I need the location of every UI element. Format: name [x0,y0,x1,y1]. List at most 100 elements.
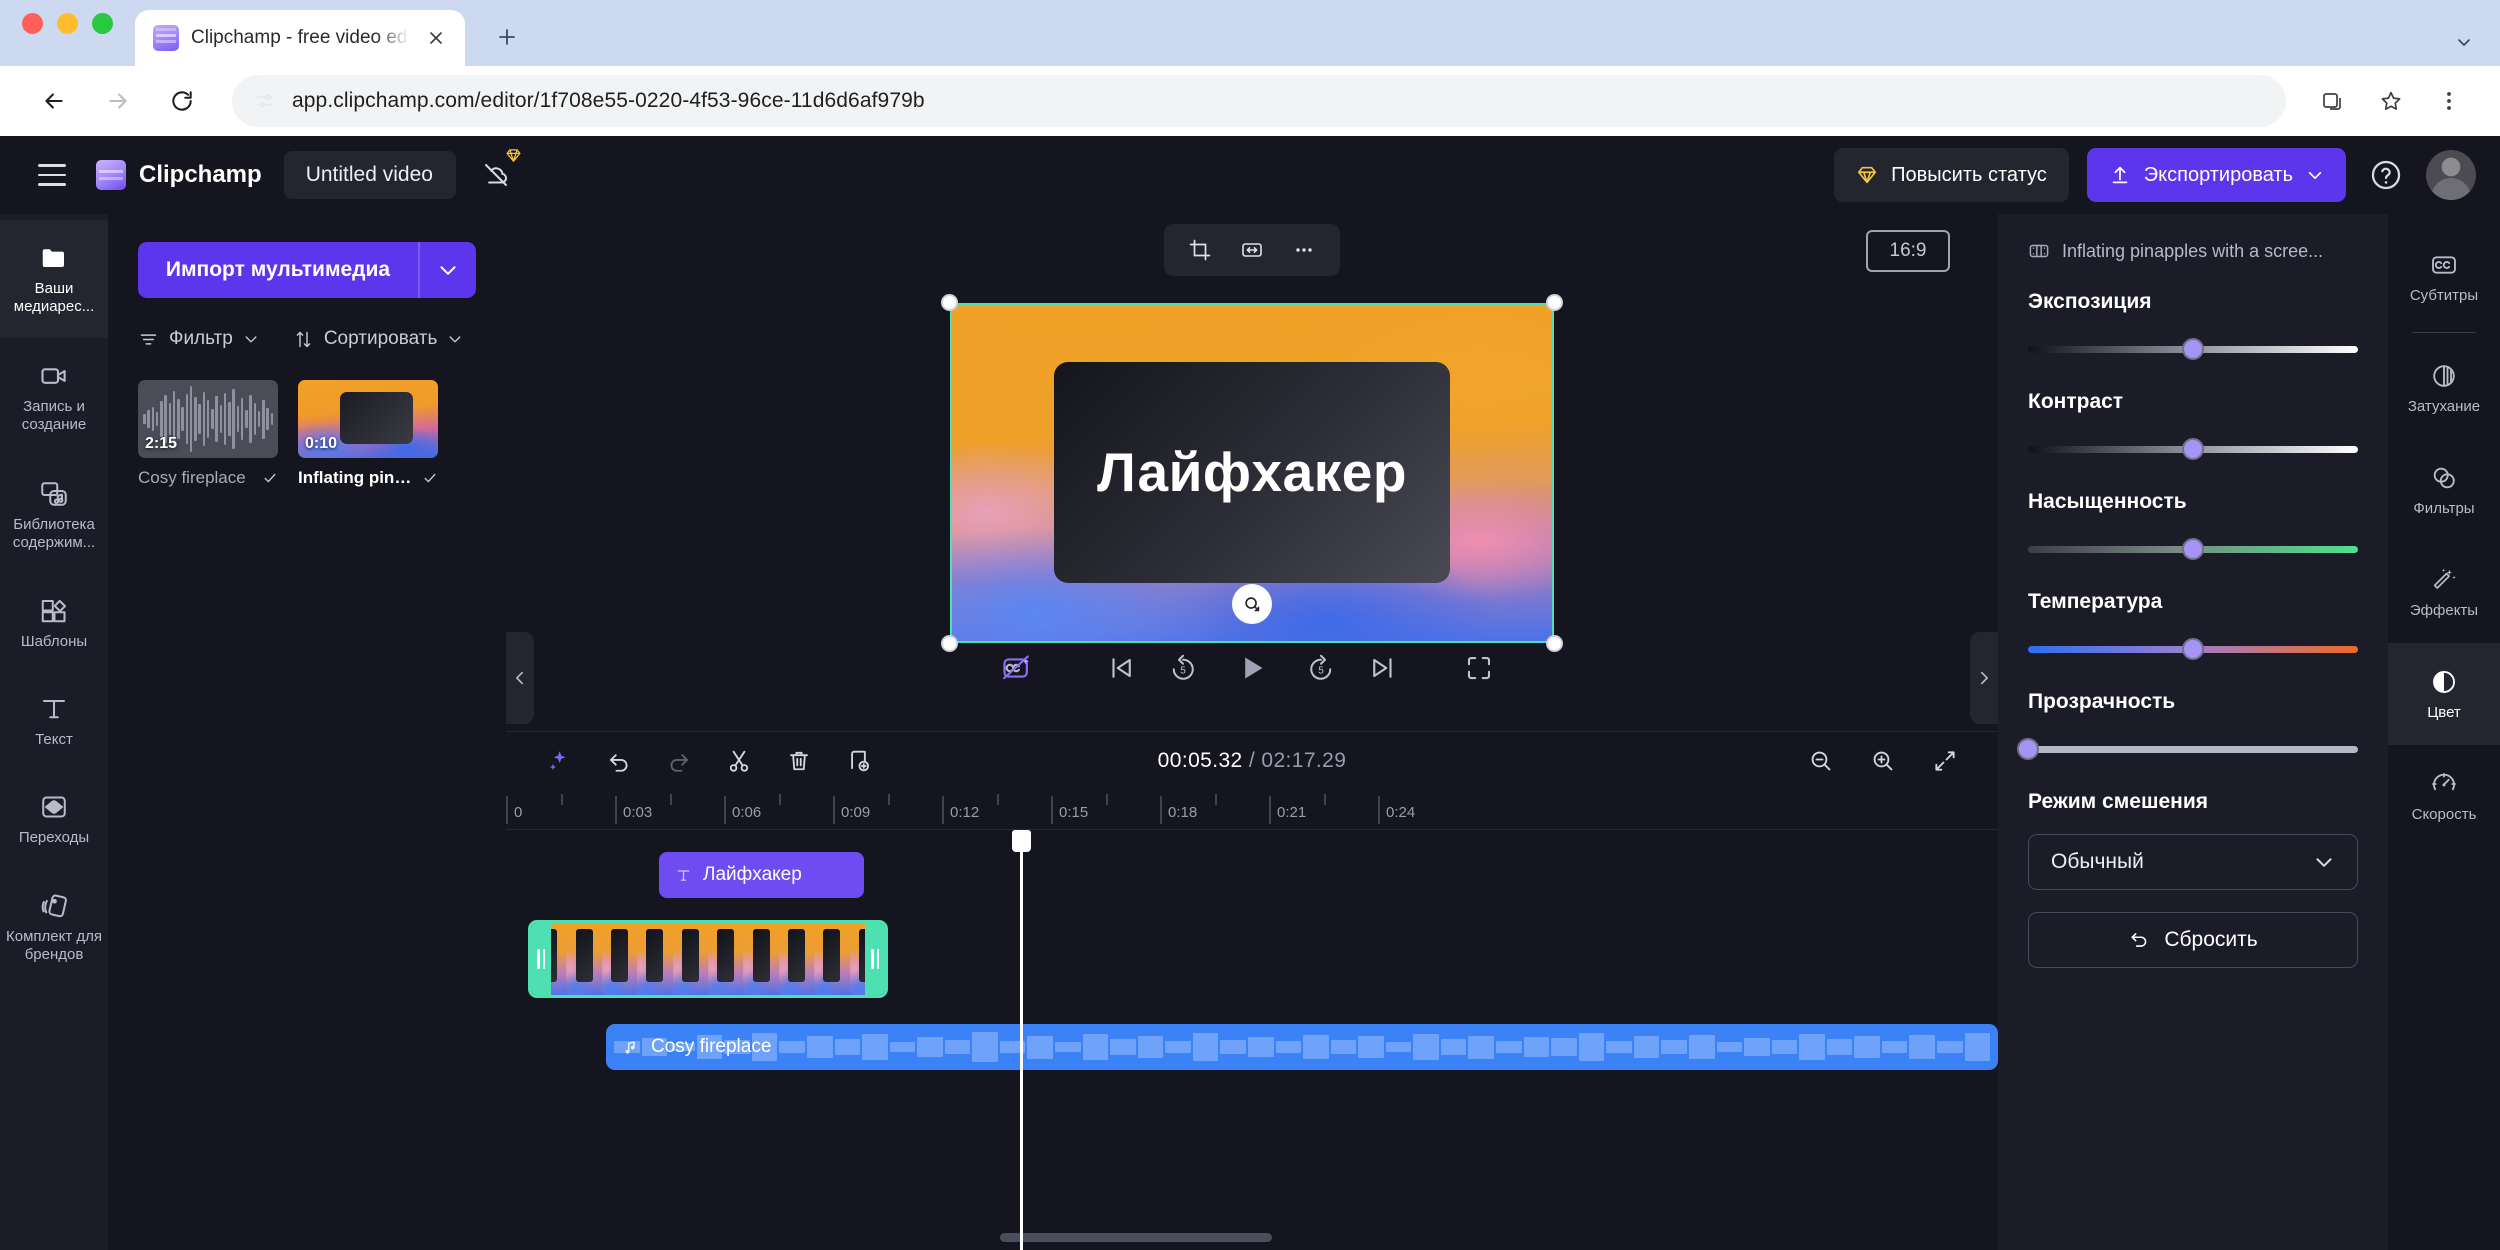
sidebar-item-your-media[interactable]: Ваши медиарес... [0,220,108,338]
opacity-slider[interactable] [2017,736,2358,762]
slider-knob[interactable] [2182,638,2204,660]
fit-width-icon[interactable] [1230,228,1274,272]
forward-arrow-icon[interactable] [90,73,146,129]
ruler-tick-label: 0:09 [841,804,871,821]
trim-handle-left[interactable] [531,923,551,995]
clip-label: Cosy fireplace [651,1036,772,1057]
kebab-menu-icon[interactable] [2424,76,2474,126]
close-icon[interactable] [421,23,451,53]
tab-effects[interactable]: Эффекты [2388,541,2500,643]
timeline-tracks: Лайфхакер Cosy fireplace [506,830,1998,1250]
timeline-playhead[interactable] [1012,830,1031,1250]
tab-speed[interactable]: Скорость [2388,745,2500,847]
export-button[interactable]: Экспортировать [2086,148,2346,202]
tune-icon[interactable] [254,90,276,112]
delete-button[interactable] [772,736,826,786]
ruler-tick: 0:12 [942,796,979,824]
tab-fade[interactable]: Затухание [2388,337,2500,439]
media-item[interactable]: 0:10 Inflating pina... [298,380,438,488]
help-circle-icon[interactable] [2364,153,2408,197]
browser-tab[interactable]: Clipchamp - free video editor [135,10,465,66]
split-button[interactable] [712,736,766,786]
zoom-out-icon[interactable] [1794,736,1848,786]
temperature-slider[interactable] [2028,636,2358,662]
sidebar-item-templates[interactable]: Шаблоны [0,574,108,672]
auto-captions-off-icon[interactable] [986,640,1048,696]
duplicate-button[interactable] [832,736,886,786]
saturation-slider[interactable] [2028,536,2358,562]
sidebar-item-content-library[interactable]: Библиотека содержим... [0,456,108,574]
minimize-window-button[interactable] [57,12,78,34]
resize-handle-top-left[interactable] [941,293,958,311]
chevron-down-icon[interactable] [2306,166,2324,184]
collapse-right-panel-button[interactable] [1970,632,1998,724]
forward-5-button[interactable]: 5 [1290,640,1352,696]
play-button[interactable] [1214,640,1290,696]
sidebar-item-record-create[interactable]: Запись и создание [0,338,108,456]
brand[interactable]: Clipchamp [96,160,262,190]
sort-dropdown[interactable]: Сортировать [293,328,464,350]
redo-button[interactable] [652,736,706,786]
slider-knob[interactable] [2182,338,2204,360]
crop-icon[interactable] [1178,228,1222,272]
aspect-ratio-badge[interactable]: 16:9 [1866,230,1950,272]
trim-handle-right[interactable] [865,923,885,995]
playhead-handle[interactable] [1012,830,1031,852]
slider-knob[interactable] [2182,438,2204,460]
filter-dropdown[interactable]: Фильтр [138,328,259,350]
install-app-icon[interactable] [2308,76,2358,126]
project-title-input[interactable]: Untitled video [283,151,456,199]
media-thumbnail[interactable]: 2:15 [138,380,278,458]
chevron-down-icon[interactable] [418,242,476,298]
rewind-5-button[interactable]: 5 [1152,640,1214,696]
sidebar-item-transitions[interactable]: Переходы [0,770,108,868]
omnibox[interactable]: app.clipchamp.com/editor/1f708e55-0220-4… [232,75,2286,127]
skip-next-button[interactable] [1352,640,1414,696]
ruler-tick-minor [1105,794,1108,805]
slider-knob[interactable] [2182,538,2204,560]
tab-filters[interactable]: Фильтры [2388,439,2500,541]
timeline-clip-text[interactable]: Лайфхакер [659,852,864,898]
slider-knob[interactable] [2017,738,2039,760]
contrast-slider[interactable] [2028,436,2358,462]
skip-previous-button[interactable] [1090,640,1152,696]
reload-icon[interactable] [154,73,210,129]
chevron-down-icon[interactable] [2454,32,2474,52]
scrollbar-thumb[interactable] [1000,1233,1272,1242]
import-media-button[interactable]: Импорт мультимедиа [138,242,418,298]
timeline-horizontal-scrollbar[interactable] [506,1233,1998,1242]
rotate-handle-icon[interactable] [1232,584,1272,624]
upgrade-button[interactable]: Повысить статус [1834,148,2069,202]
ai-tools-button[interactable] [532,736,586,786]
media-item[interactable]: 2:15 Cosy fireplace [138,380,278,488]
back-arrow-icon[interactable] [26,73,82,129]
tab-color[interactable]: Цвет [2388,643,2500,745]
reset-button[interactable]: Сбросить [2028,912,2358,968]
blend-mode-select[interactable]: Обычный [2028,834,2358,890]
fit-timeline-icon[interactable] [1918,736,1972,786]
sidebar-item-brand-kit[interactable]: Комплект для брендов [0,868,108,986]
zoom-in-icon[interactable] [1856,736,1910,786]
sidebar-item-text[interactable]: Текст [0,672,108,770]
fullscreen-button[interactable] [1448,640,1510,696]
close-window-button[interactable] [22,12,43,34]
sidebar-item-label: Ваши медиарес... [13,279,95,315]
collapse-left-panel-button[interactable] [506,632,534,724]
omnibox-url: app.clipchamp.com/editor/1f708e55-0220-4… [292,89,925,112]
timeline-clip-video[interactable] [528,920,888,998]
plus-icon[interactable] [487,17,527,57]
timeline-clip-audio[interactable]: Cosy fireplace [606,1024,1998,1070]
more-horizontal-icon[interactable] [1282,228,1326,272]
cloud-off-icon[interactable] [470,149,522,201]
app-header: Clipchamp Untitled video Повысить статус… [0,136,2500,214]
avatar[interactable] [2426,150,2476,200]
tab-subtitles[interactable]: Субтитры [2388,226,2500,328]
hamburger-icon[interactable] [24,147,80,203]
exposure-slider[interactable] [2028,336,2358,362]
maximize-window-button[interactable] [92,12,113,34]
star-icon[interactable] [2366,76,2416,126]
resize-handle-top-right[interactable] [1546,293,1563,311]
undo-button[interactable] [592,736,646,786]
media-thumbnail[interactable]: 0:10 [298,380,438,458]
timeline-ruler[interactable]: 0 0:03 0:06 0:09 0:12 0:15 0:18 0:21 0:24 [506,790,1998,830]
